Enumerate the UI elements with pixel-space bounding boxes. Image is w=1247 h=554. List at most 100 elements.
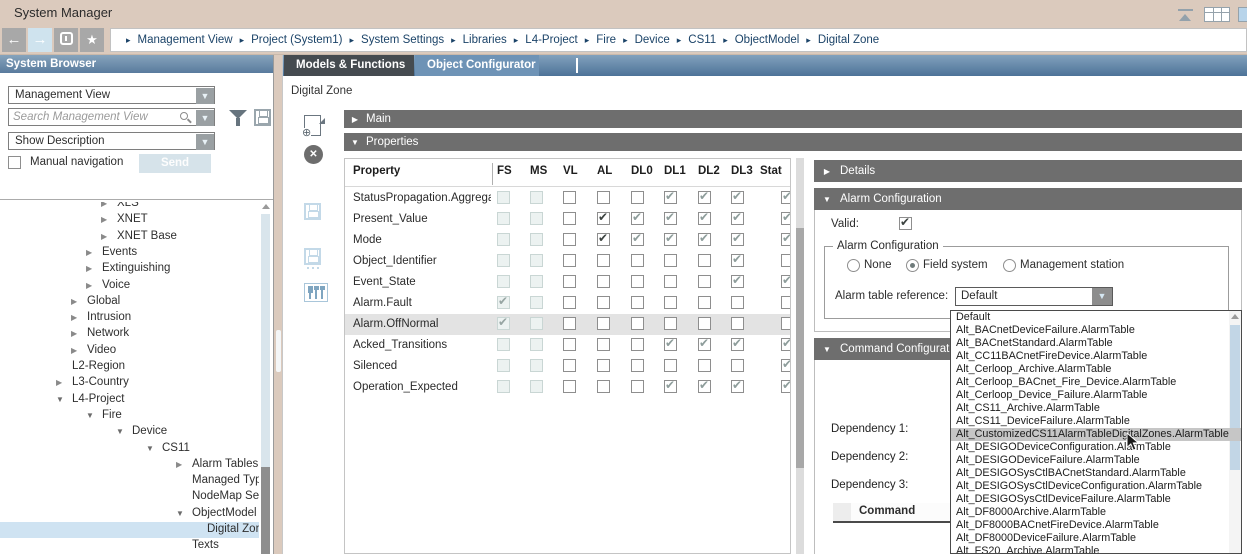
checkbox-dl0[interactable] [631,338,644,351]
chevron-down-icon[interactable]: ▼ [196,88,214,104]
save-filter-icon[interactable] [254,109,271,126]
description-selector[interactable]: Show Description ▼ [8,132,215,150]
checkbox-dl2[interactable] [698,296,711,309]
checkbox-dl3[interactable] [731,338,744,351]
tab-models-functions[interactable]: Models & Functions [284,55,414,76]
dropdown-option[interactable]: Alt_Cerloop_BACnet_Fire_Device.AlarmTabl… [951,376,1242,389]
checkbox-dl1[interactable] [664,296,677,309]
breadcrumb-item[interactable]: Fire [596,34,616,46]
tree-expand-icon[interactable]: ▶ [101,232,107,241]
checkbox-dl1[interactable] [664,359,677,372]
tree-item-texts[interactable]: Texts [0,538,259,554]
dropdown-option[interactable]: Alt_CS11_Archive.AlarmTable [951,402,1242,415]
radio-management-station[interactable] [1003,259,1016,272]
filter-settings-icon[interactable] [304,283,328,302]
tree-collapse-icon[interactable]: ▼ [116,427,124,436]
checkbox-vl[interactable] [563,317,576,330]
tree-expand-icon[interactable]: ▶ [101,202,107,208]
new-document-icon[interactable] [304,115,321,136]
checkbox-vl[interactable] [563,296,576,309]
checkbox-vl[interactable] [563,254,576,267]
valid-checkbox[interactable] [899,217,912,230]
checkbox-dl0[interactable] [631,296,644,309]
dropdown-option[interactable]: Default [951,311,1242,324]
checkbox-dl1[interactable] [664,212,677,225]
tree-item-alarm-tables[interactable]: ▶Alarm Tables [0,457,259,473]
splitter-handle[interactable] [276,330,281,372]
collapse-panel-icon[interactable] [1178,9,1193,21]
tree-item-network[interactable]: ▶Network [0,326,259,342]
dropdown-option[interactable]: Alt_DF8000DeviceFailure.AlarmTable [951,532,1242,545]
checkbox-al[interactable] [597,380,610,393]
save-icon[interactable] [304,203,321,220]
checkbox-dl2[interactable] [698,317,711,330]
search-chevron-down-icon[interactable]: ▼ [196,110,214,126]
checkbox-vl[interactable] [563,233,576,246]
checkbox-al[interactable] [597,191,610,204]
section-properties[interactable]: ▼Properties [344,133,1242,151]
dropdown-option[interactable]: Alt_DESIGOSysCtlBACnetStandard.AlarmTabl… [951,467,1242,480]
favorites-button[interactable]: ★ [80,28,104,52]
checkbox-dl3[interactable] [731,212,744,225]
tree-expand-icon[interactable]: ▶ [71,313,77,322]
checkbox-dl1[interactable] [664,233,677,246]
layout-pane-icon[interactable] [1238,7,1247,22]
panel-splitter[interactable] [274,55,282,554]
checkbox-dl0[interactable] [631,233,644,246]
breadcrumb-item[interactable]: Digital Zone [818,34,879,46]
tree-expand-icon[interactable]: ▶ [71,329,77,338]
dropdown-option[interactable]: Alt_DESIGOSysCtlDeviceConfiguration.Alar… [951,480,1242,493]
checkbox-dl3[interactable] [731,275,744,288]
breadcrumb-item[interactable]: CS11 [688,34,716,46]
tree-expand-icon[interactable]: ▶ [176,460,182,469]
tree-item-cs11[interactable]: ▼CS11 [0,441,259,457]
checkbox-dl1[interactable] [664,254,677,267]
tree-collapse-icon[interactable]: ▼ [86,411,94,420]
tree-item-extinguishing[interactable]: ▶Extinguishing [0,261,259,277]
tree-expand-icon[interactable]: ▶ [86,281,92,290]
tree-item-l4-project[interactable]: ▼L4-Project [0,392,259,408]
breadcrumb-item[interactable]: L4-Project [525,34,577,46]
checkbox-vl[interactable] [563,380,576,393]
tree-item-video[interactable]: ▶Video [0,343,259,359]
tree-expand-icon[interactable]: ▶ [71,346,77,355]
checkbox-dl3[interactable] [731,254,744,267]
tree-item-objectmodel[interactable]: ▼ObjectModel [0,506,259,522]
checkbox-dl0[interactable] [631,317,644,330]
table-row-present_value[interactable]: Present_Value [345,209,791,230]
checkbox-dl1[interactable] [664,191,677,204]
table-row-silenced[interactable]: Silenced [345,356,791,377]
checkbox-al[interactable] [597,317,610,330]
tree-collapse-icon[interactable]: ▼ [176,509,184,518]
checkbox-dl3[interactable] [731,191,744,204]
checkbox-dl2[interactable] [698,191,711,204]
checkbox-dl1[interactable] [664,338,677,351]
checkbox-al[interactable] [597,275,610,288]
scroll-up-icon[interactable] [262,204,270,209]
table-row-operation_expected[interactable]: Operation_Expected [345,377,791,398]
breadcrumb-item[interactable]: Project (System1) [251,34,342,46]
checkbox-dl1[interactable] [664,380,677,393]
section-details[interactable]: ▶Details [814,160,1242,182]
tree-expand-icon[interactable]: ▶ [56,378,62,387]
tree-item-events[interactable]: ▶Events [0,245,259,261]
checkbox-stat[interactable] [781,254,791,267]
tree-item-intrusion[interactable]: ▶Intrusion [0,310,259,326]
checkbox-dl2[interactable] [698,359,711,372]
checkbox-dl1[interactable] [664,317,677,330]
tree-item-l2-region[interactable]: L2-Region [0,359,259,375]
checkbox-stat[interactable] [781,212,791,225]
table-row-statuspropagation.aggregate[interactable]: StatusPropagation.Aggregate [345,188,791,209]
layout-columns-icon[interactable] [1204,7,1230,22]
section-main[interactable]: ▶Main [344,110,1242,128]
checkbox-stat[interactable] [781,296,791,309]
system-browser-header[interactable]: System Browser [0,55,273,73]
tab-object-configurator[interactable]: Object Configurator [415,55,539,76]
checkbox-dl2[interactable] [698,212,711,225]
forward-button[interactable]: → [28,28,52,52]
tree-item-device[interactable]: ▼Device [0,424,259,440]
tree-collapse-icon[interactable]: ▼ [56,395,64,404]
radio-none[interactable] [847,259,860,272]
checkbox-dl0[interactable] [631,380,644,393]
tree-item-nodemap-settings[interactable]: NodeMap Settings [0,489,259,505]
